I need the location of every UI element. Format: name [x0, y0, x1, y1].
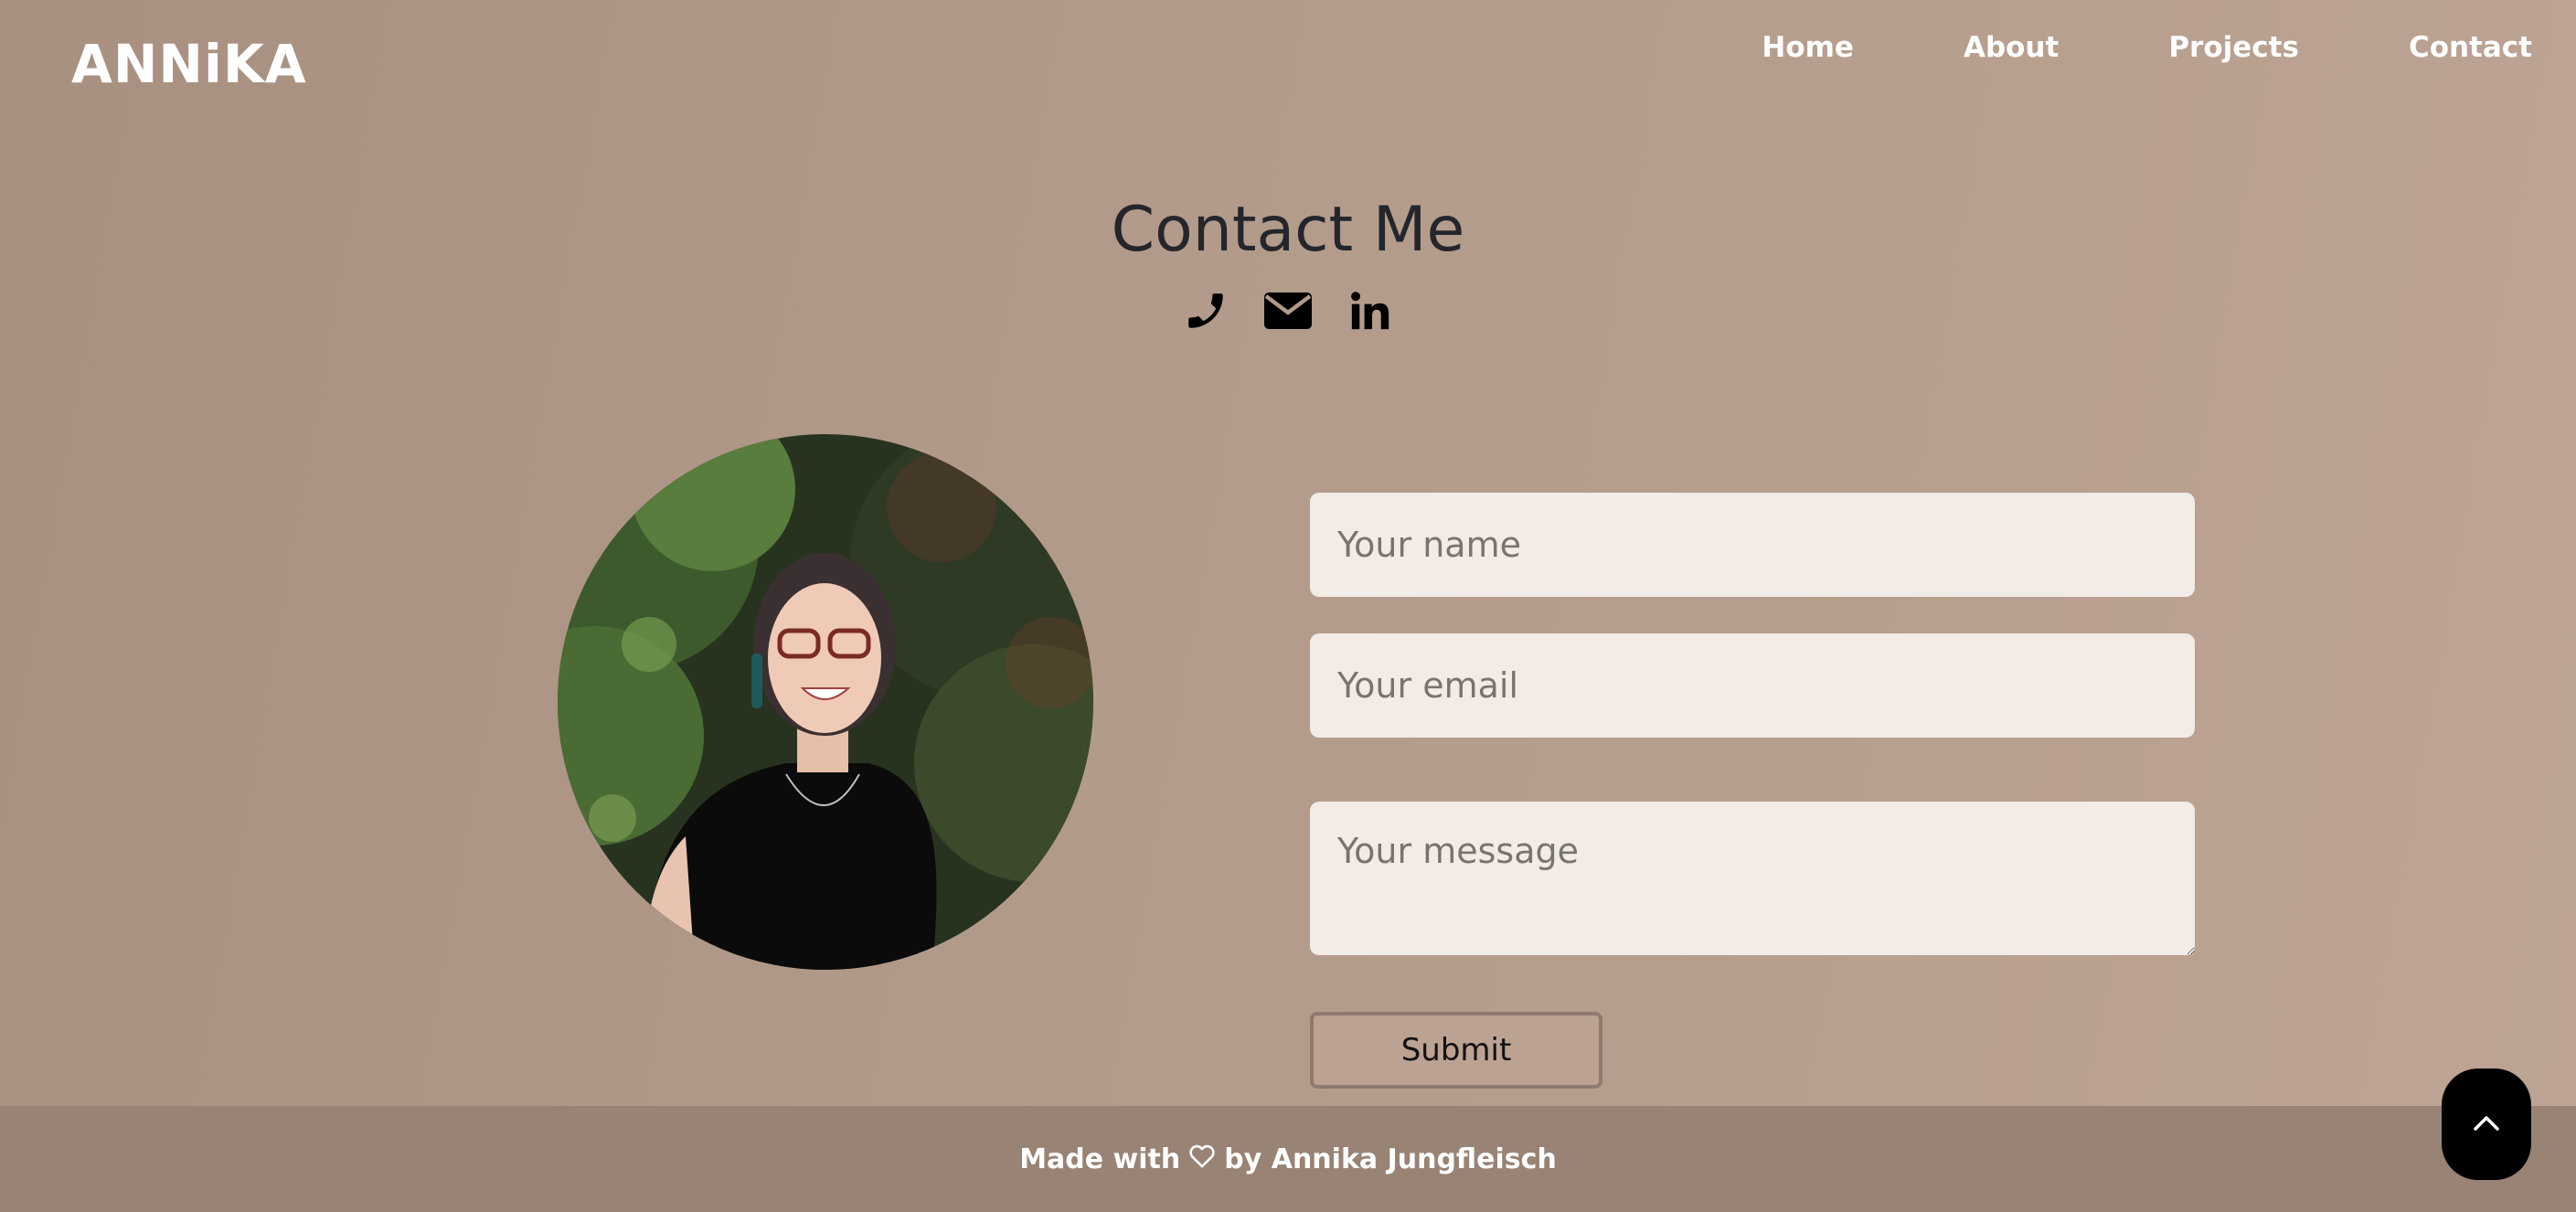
- linkedin-icon[interactable]: [1347, 287, 1394, 335]
- nav-about[interactable]: About: [1964, 31, 2059, 64]
- main-nav: Home About Projects Contact: [1652, 31, 2532, 64]
- nav-contact[interactable]: Contact: [2409, 31, 2532, 64]
- phone-icon[interactable]: [1182, 287, 1229, 335]
- name-input[interactable]: [1310, 493, 2195, 597]
- nav-home[interactable]: Home: [1762, 31, 1854, 64]
- message-textarea[interactable]: [1310, 802, 2195, 955]
- profile-photo: [558, 434, 1093, 970]
- social-links: [0, 287, 2576, 335]
- back-to-top-button[interactable]: [2442, 1068, 2531, 1180]
- chevron-up-icon: [2473, 1113, 2500, 1135]
- page-title: Contact Me: [1111, 194, 1465, 266]
- envelope-icon[interactable]: [1264, 287, 1312, 335]
- email-input[interactable]: [1310, 633, 2195, 738]
- heart-icon: [1189, 1143, 1215, 1175]
- site-logo[interactable]: ANNiKA: [71, 33, 307, 95]
- contact-form: Submit: [1310, 493, 2195, 1089]
- footer: Made with by Annika Jungfleisch: [0, 1106, 2576, 1212]
- submit-button[interactable]: Submit: [1310, 1012, 1602, 1089]
- footer-prefix: Made with: [1019, 1143, 1181, 1175]
- footer-author: by Annika Jungfleisch: [1224, 1143, 1557, 1175]
- nav-projects[interactable]: Projects: [2168, 31, 2299, 64]
